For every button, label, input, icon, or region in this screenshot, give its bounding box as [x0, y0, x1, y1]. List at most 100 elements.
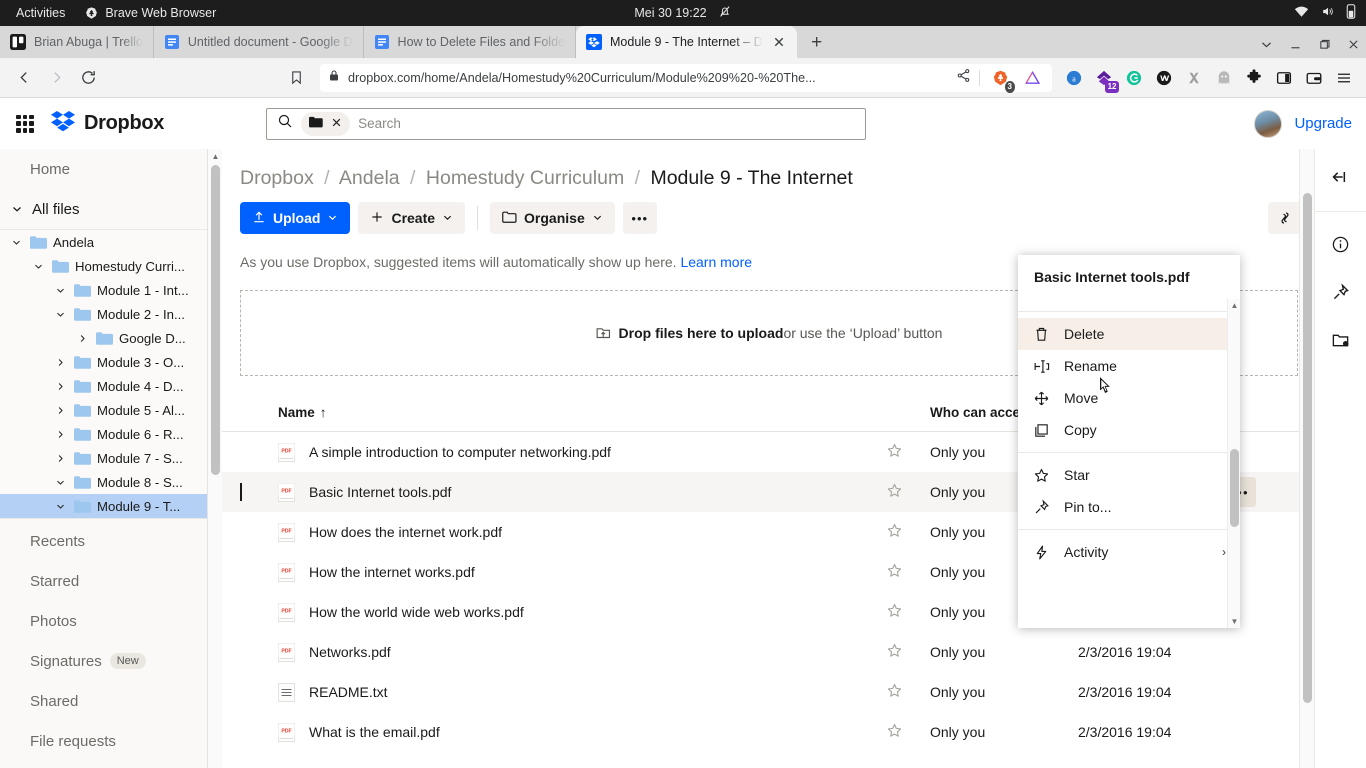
- star-cell[interactable]: [886, 602, 930, 623]
- gnome-clock[interactable]: Mei 30 19:22: [634, 5, 731, 21]
- star-icon[interactable]: [886, 646, 903, 663]
- tree-item-andela[interactable]: Andela: [0, 230, 222, 254]
- chevron-right-icon[interactable]: [52, 357, 68, 368]
- app-switcher-icon[interactable]: [14, 113, 36, 135]
- sidebar-item-all-files[interactable]: All files: [0, 189, 222, 229]
- clear-search-scope-icon[interactable]: [331, 115, 342, 133]
- context-menu-item-pin-to[interactable]: Pin to...: [1018, 491, 1240, 523]
- star-cell[interactable]: [886, 442, 930, 463]
- close-icon[interactable]: [771, 34, 787, 50]
- share-page-icon[interactable]: [956, 68, 971, 88]
- star-cell[interactable]: [886, 562, 930, 583]
- hamburger-menu-icon[interactable]: [1332, 66, 1356, 90]
- browser-tab-1[interactable]: Untitled document - Google D: [154, 26, 364, 58]
- maximize-icon[interactable]: [1318, 38, 1331, 54]
- star-icon[interactable]: [886, 486, 903, 503]
- browser-tab-0[interactable]: Brian Abuga | Trello: [0, 26, 154, 58]
- sidebar-scrollbar[interactable]: ▲ ▼: [207, 149, 222, 768]
- sidebar-scrollbar-thumb[interactable]: [211, 165, 220, 475]
- star-icon[interactable]: [886, 686, 903, 703]
- tree-item-module-6-r[interactable]: Module 6 - R...: [0, 422, 222, 446]
- tree-item-module-3-o[interactable]: Module 3 - O...: [0, 350, 222, 374]
- context-menu-item-save-as[interactable]: Save as...›: [1018, 299, 1240, 305]
- forward-icon[interactable]: [42, 64, 70, 92]
- folder-activity-icon[interactable]: [1323, 322, 1359, 358]
- system-status-area[interactable]: [1294, 4, 1356, 22]
- lastpass-icon[interactable]: a: [1062, 66, 1086, 90]
- info-icon[interactable]: [1323, 226, 1359, 262]
- sidebar-item-signatures[interactable]: SignaturesNew: [0, 641, 222, 681]
- chevron-down-icon[interactable]: [8, 237, 24, 248]
- context-menu-item-delete[interactable]: Delete: [1018, 318, 1240, 350]
- star-cell[interactable]: [886, 642, 930, 663]
- collapse-panel-icon[interactable]: [1323, 159, 1359, 195]
- tree-item-google-d[interactable]: Google D...: [0, 326, 222, 350]
- star-icon[interactable]: [886, 526, 903, 543]
- table-row[interactable]: README.txtOnly you2/3/2016 19:04: [222, 672, 1314, 712]
- tree-item-module-8-s[interactable]: Module 8 - S...: [0, 470, 222, 494]
- x-extension-icon[interactable]: [1182, 66, 1206, 90]
- file-name-cell[interactable]: PDFHow the world wide web works.pdf: [278, 603, 886, 622]
- file-name-cell[interactable]: PDFWhat is the email.pdf: [278, 723, 886, 742]
- chevron-right-icon[interactable]: [52, 405, 68, 416]
- browser-tab-2[interactable]: How to Delete Files and Folde: [364, 26, 576, 58]
- context-menu-item-move[interactable]: Move: [1018, 382, 1240, 414]
- context-menu-item-copy[interactable]: Copy: [1018, 414, 1240, 446]
- grammarly-icon[interactable]: [1122, 66, 1146, 90]
- chevron-down-icon[interactable]: [52, 477, 68, 488]
- chevron-down-icon[interactable]: [30, 261, 46, 272]
- brave-rewards-icon[interactable]: [1020, 66, 1044, 90]
- chevron-right-icon[interactable]: [52, 381, 68, 392]
- sidebar-item-shared[interactable]: Shared: [0, 681, 222, 721]
- star-icon[interactable]: [886, 446, 903, 463]
- table-row[interactable]: PDFNetworks.pdfOnly you2/3/2016 19:04: [222, 632, 1314, 672]
- scroll-up-icon[interactable]: ▲: [208, 149, 222, 164]
- context-menu-item-star[interactable]: Star: [1018, 459, 1240, 491]
- scroll-down-icon[interactable]: ▼: [1228, 615, 1240, 628]
- context-menu-scrollbar[interactable]: ▲ ▼: [1227, 299, 1240, 628]
- upgrade-link[interactable]: Upgrade: [1294, 115, 1352, 132]
- organise-button[interactable]: Organise: [490, 202, 615, 234]
- tree-item-module-7-s[interactable]: Module 7 - S...: [0, 446, 222, 470]
- star-cell[interactable]: [886, 722, 930, 743]
- upload-button[interactable]: Upload: [240, 202, 350, 234]
- star-icon[interactable]: [886, 566, 903, 583]
- puzzle-extensions-icon[interactable]: [1242, 66, 1266, 90]
- activities-button[interactable]: Activities: [0, 6, 79, 20]
- file-name-cell[interactable]: PDFHow does the internet work.pdf: [278, 523, 886, 542]
- chevron-down-icon[interactable]: [52, 285, 68, 296]
- pin-icon[interactable]: [1323, 274, 1359, 310]
- file-name-cell[interactable]: PDFNetworks.pdf: [278, 643, 886, 662]
- tree-item-module-4-d[interactable]: Module 4 - D...: [0, 374, 222, 398]
- back-icon[interactable]: [10, 64, 38, 92]
- sidebar-item-recents[interactable]: Recents: [0, 521, 222, 561]
- sidebar-item-file-requests[interactable]: File requests: [0, 721, 222, 761]
- row-checkbox[interactable]: [240, 483, 242, 501]
- tree-item-module-5-al[interactable]: Module 5 - Al...: [0, 398, 222, 422]
- star-cell[interactable]: [886, 682, 930, 703]
- breadcrumb-crumb-0[interactable]: Andela: [339, 167, 400, 189]
- pocket-icon[interactable]: 12: [1092, 66, 1116, 90]
- star-cell[interactable]: [886, 482, 930, 503]
- minimize-icon[interactable]: [1289, 38, 1302, 54]
- tree-item-module-9-t[interactable]: Module 9 - T...: [0, 494, 222, 518]
- file-name-cell[interactable]: PDFHow the internet works.pdf: [278, 563, 886, 582]
- create-button[interactable]: Create: [358, 202, 465, 234]
- toolbar-more-button[interactable]: •••: [623, 202, 657, 234]
- sidebar-toggle-icon[interactable]: [1272, 66, 1296, 90]
- context-menu-scrollbar-thumb[interactable]: [1230, 449, 1239, 527]
- wallet-extension-icon[interactable]: [1152, 66, 1176, 90]
- file-name-cell[interactable]: PDFA simple introduction to computer net…: [278, 443, 886, 462]
- browser-tab-3-active[interactable]: Module 9 - The Internet – D: [576, 26, 797, 58]
- close-window-icon[interactable]: [1347, 38, 1360, 54]
- context-menu-item-rename[interactable]: Rename: [1018, 350, 1240, 382]
- learn-more-link[interactable]: Learn more: [680, 254, 752, 270]
- star-icon[interactable]: [886, 726, 903, 743]
- main-scrollbar-thumb[interactable]: [1303, 193, 1312, 703]
- paper-link-button[interactable]: [1268, 202, 1302, 234]
- chevron-right-icon[interactable]: [52, 429, 68, 440]
- chevron-right-icon[interactable]: [52, 453, 68, 464]
- breadcrumb-root[interactable]: Dropbox: [240, 167, 314, 189]
- new-tab-button[interactable]: +: [803, 28, 831, 56]
- brave-wallet-icon[interactable]: [1302, 66, 1326, 90]
